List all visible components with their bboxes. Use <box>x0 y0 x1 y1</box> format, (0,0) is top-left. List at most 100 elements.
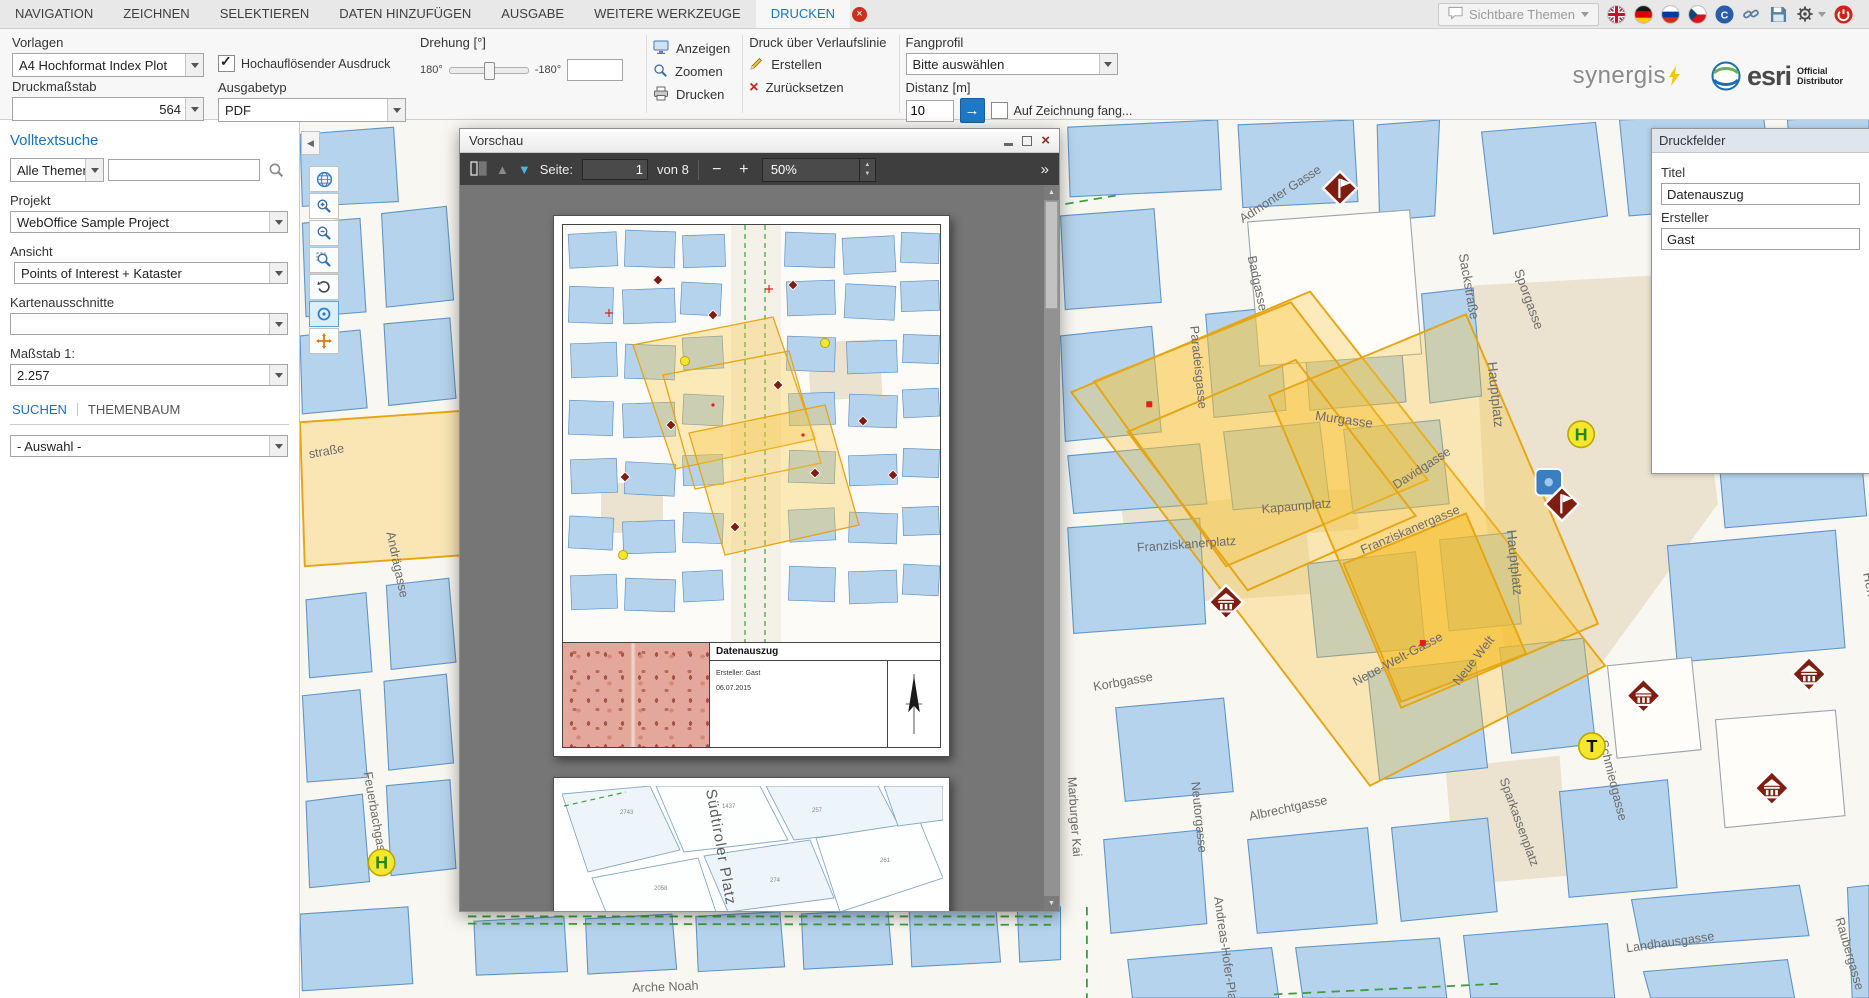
close-ribbon-icon[interactable]: × <box>852 7 867 22</box>
plot-title: Datenauszug <box>710 643 940 661</box>
massstab-select[interactable]: 2.257 <box>10 364 288 386</box>
druckmassstab-select[interactable]: 564 <box>12 97 204 121</box>
zoom-spinner-icon[interactable]: ▲▼ <box>859 159 875 181</box>
svg-text:H: H <box>375 852 388 872</box>
rotation-input[interactable] <box>567 59 623 81</box>
apply-distance-button[interactable]: → <box>960 98 985 123</box>
previous-page-icon[interactable]: ▲ <box>496 162 509 177</box>
restore-icon[interactable] <box>1022 136 1032 146</box>
massstab-value: 2.257 <box>11 368 269 383</box>
ansicht-select[interactable]: Points of Interest + Kataster <box>14 262 288 284</box>
map-tool-center-position-button[interactable] <box>309 301 339 327</box>
tab-drucken[interactable]: DRUCKEN <box>756 0 850 28</box>
ansicht-label: Ansicht <box>10 244 289 259</box>
ribbon-group-output-actions: Anzeigen Zoomen Drucken <box>651 33 742 119</box>
rotation-slider-handle[interactable] <box>484 62 495 80</box>
fangprofil-select[interactable]: Bitte auswählen <box>906 53 1118 75</box>
rotation-slider[interactable] <box>449 67 529 74</box>
tab-weitere-werkzeuge[interactable]: WEITERE WERKZEUGE <box>579 0 756 28</box>
tab-list: NAVIGATIONZEICHNENSELEKTIERENDATEN HINZU… <box>0 0 875 28</box>
minimize-icon[interactable] <box>1004 143 1013 146</box>
visible-themes-button[interactable]: Sichtbare Themen <box>1438 3 1599 26</box>
ansicht-value: Points of Interest + Kataster <box>15 266 269 281</box>
kartenausschnitte-select[interactable] <box>10 313 288 335</box>
page1-map-image <box>562 224 941 642</box>
titel-input[interactable] <box>1661 183 1860 205</box>
link-icon[interactable] <box>1741 4 1761 24</box>
search-icon[interactable] <box>264 158 288 182</box>
ribbon-group-ausgabetyp: Hochauflösender Ausdruck Ausgabetyp PDF <box>216 33 418 119</box>
preview-scrollbar[interactable]: ▲ ▼ <box>1044 185 1059 911</box>
zuruecksetzen-button[interactable]: × Zurücksetzen <box>749 76 886 99</box>
save-icon[interactable] <box>1768 4 1788 24</box>
ersteller-input[interactable] <box>1661 228 1860 250</box>
svg-text:H: H <box>1575 424 1588 444</box>
map-tool-zoom-window-button[interactable] <box>309 247 339 273</box>
vorlagen-select[interactable]: A4 Hochformat Index Plot <box>12 53 204 77</box>
flag-en-icon[interactable] <box>1606 4 1626 24</box>
ausgabetyp-select[interactable]: PDF <box>218 98 406 122</box>
sidebar-collapse-button[interactable]: ◀ <box>301 131 320 155</box>
more-tools-icon[interactable]: » <box>1041 161 1049 178</box>
drucken-button[interactable]: Drucken <box>653 83 730 106</box>
ausgabetyp-label: Ausgabetyp <box>218 80 406 95</box>
erstellen-button[interactable]: Erstellen <box>749 53 886 76</box>
distanz-input[interactable] <box>906 100 954 122</box>
fulltext-search-input[interactable] <box>108 159 260 181</box>
ribbon-group-verlaufslinie: Druck über Verlaufslinie Erstellen × Zur… <box>747 33 898 119</box>
svg-text:1437: 1437 <box>722 804 736 810</box>
tab-zeichnen[interactable]: ZEICHNEN <box>108 0 204 28</box>
next-page-icon[interactable]: ▼ <box>518 162 531 177</box>
flag-cz-icon[interactable] <box>1687 4 1707 24</box>
overview-map-thumbnail <box>563 643 710 747</box>
tab-suchen[interactable]: SUCHEN <box>12 402 67 417</box>
kartenausschnitte-label: Kartenausschnitte <box>10 295 289 310</box>
map-tool-pan-button[interactable] <box>309 328 339 354</box>
fang-checkbox[interactable] <box>991 102 1008 119</box>
info-icon[interactable]: C <box>1714 4 1734 24</box>
flag-de-icon[interactable] <box>1633 4 1653 24</box>
tab-ausgabe[interactable]: AUSGABE <box>486 0 579 28</box>
zoom-in-button[interactable]: + <box>735 161 753 179</box>
map-tool-previous-extent-button[interactable] <box>309 274 339 300</box>
scroll-down-icon[interactable]: ▼ <box>1044 896 1059 911</box>
zoom-out-button[interactable]: − <box>708 161 726 179</box>
auswahl-select[interactable]: - Auswahl - <box>10 435 288 457</box>
preview-page-1: Datenauszug Ersteller: Gast 06.07.2015 <box>553 215 950 757</box>
hochaufloesend-checkbox[interactable] <box>218 55 235 72</box>
volltextsuche-title[interactable]: Volltextsuche <box>10 132 289 149</box>
tab-daten-hinzufugen[interactable]: DATEN HINZUFÜGEN <box>324 0 486 28</box>
anzeigen-button[interactable]: Anzeigen <box>653 37 730 60</box>
themes-filter-select[interactable]: Alle Themen <box>10 158 104 182</box>
preview-titlebar[interactable]: Vorschau × <box>460 129 1059 153</box>
close-icon[interactable]: × <box>1041 134 1050 148</box>
thumbnails-toggle-icon[interactable] <box>470 161 487 179</box>
chevron-down-icon <box>269 314 287 334</box>
tab-selektieren[interactable]: SELEKTIEREN <box>205 0 325 28</box>
map-tool-zoom-in-button[interactable] <box>309 193 339 219</box>
map-tool-zoom-out-button[interactable] <box>309 220 339 246</box>
themes-filter-value: Alle Themen <box>11 163 85 178</box>
monitor-icon <box>653 40 669 58</box>
verlaufslinie-label: Druck über Verlaufslinie <box>749 35 886 50</box>
chevron-down-icon <box>1581 12 1589 17</box>
tab-navigation[interactable]: NAVIGATION <box>0 0 108 28</box>
scroll-up-icon[interactable]: ▲ <box>1044 185 1059 200</box>
ribbon-group-vorlagen: Vorlagen A4 Hochformat Index Plot Druckm… <box>10 33 216 119</box>
logout-icon[interactable] <box>1833 4 1853 24</box>
preview-content[interactable]: Datenauszug Ersteller: Gast 06.07.2015 S… <box>460 185 1059 911</box>
fangprofil-label: Fangprofil <box>906 35 1162 50</box>
settings-icon[interactable] <box>1795 4 1815 24</box>
map-tool-overview-button[interactable] <box>309 166 339 192</box>
flag-ru-icon[interactable] <box>1660 4 1680 24</box>
tab-themenbaum[interactable]: THEMENBAUM <box>88 402 180 417</box>
projekt-select[interactable]: WebOffice Sample Project <box>10 211 288 233</box>
ribbon-separator <box>742 35 743 113</box>
zoomen-button[interactable]: Zoomen <box>653 60 730 83</box>
settings-chevron-icon[interactable] <box>1818 12 1826 17</box>
massstab-label: Maßstab 1: <box>10 346 289 361</box>
scrollbar-thumb[interactable] <box>1045 201 1058 309</box>
page-number-input[interactable] <box>582 159 648 180</box>
ribbon-group-drehung: Drehung [°] 180° -180° <box>418 33 646 119</box>
zoom-level-select[interactable]: 50% ▲▼ <box>762 158 876 182</box>
